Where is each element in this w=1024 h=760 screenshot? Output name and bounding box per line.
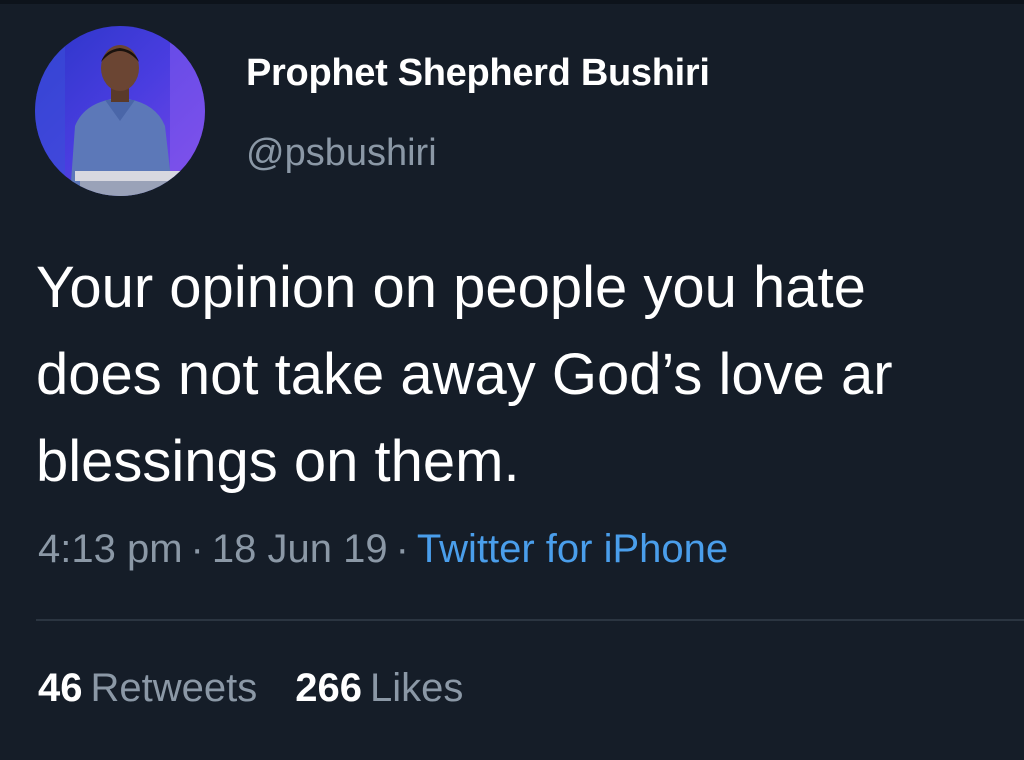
tweet-text-line: Your opinion on people you hate (36, 255, 866, 320)
meta-separator: · (190, 527, 204, 571)
likes-label: Likes (370, 666, 464, 710)
tweet-text: Your opinion on people you hate does not… (36, 244, 1024, 505)
tweet-text-line: does not take away God’s love ar (36, 342, 893, 407)
tweet-source-link[interactable]: Twitter for iPhone (417, 527, 728, 571)
tweet-time[interactable]: 4:13 pm (38, 527, 183, 571)
tweet-date[interactable]: 18 Jun 19 (212, 527, 388, 571)
author-handle[interactable]: @psbushiri (246, 132, 437, 175)
engagement-stats: 46 Retweets 266 Likes (38, 666, 463, 711)
top-edge-bar (0, 0, 1024, 4)
avatar-photo (35, 26, 205, 196)
meta-separator: · (395, 527, 409, 571)
avatar[interactable] (35, 26, 205, 196)
retweets-stat[interactable]: 46 Retweets (38, 666, 257, 711)
tweet-metadata: 4:13 pm · 18 Jun 19 · Twitter for iPhone (38, 527, 728, 572)
likes-stat[interactable]: 266 Likes (295, 666, 463, 711)
retweets-label: Retweets (90, 666, 258, 710)
likes-count: 266 (295, 666, 362, 710)
author-display-name[interactable]: Prophet Shepherd Bushiri (246, 52, 710, 95)
divider (36, 619, 1024, 621)
retweets-count: 46 (38, 666, 83, 710)
tweet-text-line: blessings on them. (36, 429, 520, 494)
